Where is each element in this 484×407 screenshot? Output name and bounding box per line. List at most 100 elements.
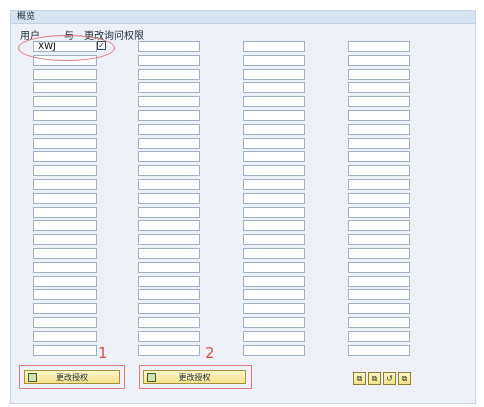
- user-field-col2-row22[interactable]: [138, 331, 200, 342]
- user-field-col4-row1[interactable]: [348, 41, 410, 52]
- user-field-col2-row17[interactable]: [138, 262, 200, 273]
- user-field-col1-row21[interactable]: [33, 317, 97, 328]
- user-field-col3-row7[interactable]: [243, 124, 305, 135]
- user-field-col3-row3[interactable]: [243, 69, 305, 80]
- user-field-col2-row15[interactable]: [138, 234, 200, 245]
- user-field-col4-row10[interactable]: [348, 165, 410, 176]
- user-field-col1-row23[interactable]: [33, 345, 97, 356]
- user-field-col3-row14[interactable]: [243, 220, 305, 231]
- user-field-col3-row4[interactable]: [243, 82, 305, 93]
- user-field-col4-row3[interactable]: [348, 69, 410, 80]
- user-field-col2-row20[interactable]: [138, 303, 200, 314]
- user-field-col2-row6[interactable]: [138, 110, 200, 121]
- user-field-col1-row18[interactable]: [33, 276, 97, 287]
- user-field-col2-row21[interactable]: [138, 317, 200, 328]
- user-field-col1-row17[interactable]: [33, 262, 97, 273]
- user-field-col4-row12[interactable]: [348, 193, 410, 204]
- user-field-col2-row3[interactable]: [138, 69, 200, 80]
- user-field-col3-row2[interactable]: [243, 55, 305, 66]
- user-field-col2-row8[interactable]: [138, 138, 200, 149]
- user-field-col3-row12[interactable]: [243, 193, 305, 204]
- user-field-col4-row14[interactable]: [348, 220, 410, 231]
- user-field-col1-row6[interactable]: [33, 110, 97, 121]
- user-field-col2-row16[interactable]: [138, 248, 200, 259]
- user-field-col4-row23[interactable]: [348, 345, 410, 356]
- user-field-col4-row21[interactable]: [348, 317, 410, 328]
- user-field-col4-row4[interactable]: [348, 82, 410, 93]
- user-field-col4-row16[interactable]: [348, 248, 410, 259]
- user-field-col2-row11[interactable]: [138, 179, 200, 190]
- user-field-col1-row3[interactable]: [33, 69, 97, 80]
- user-field-col2-row2[interactable]: [138, 55, 200, 66]
- user-field-col3-row10[interactable]: [243, 165, 305, 176]
- user-field-col2-row18[interactable]: [138, 276, 200, 287]
- user-field-col3-row17[interactable]: [243, 262, 305, 273]
- user-field-col4-row6[interactable]: [348, 110, 410, 121]
- user-field-col1-row5[interactable]: [33, 96, 97, 107]
- callout-number-1: 1: [98, 344, 108, 362]
- user-field-col4-row19[interactable]: [348, 289, 410, 300]
- user-field-col1-row22[interactable]: [33, 331, 97, 342]
- user-field-col2-row23[interactable]: [138, 345, 200, 356]
- user-field-col2-row19[interactable]: [138, 289, 200, 300]
- user-field-col3-row8[interactable]: [243, 138, 305, 149]
- user-field-col3-row20[interactable]: [243, 303, 305, 314]
- user-field-col3-row13[interactable]: [243, 207, 305, 218]
- user-field-col3-row23[interactable]: [243, 345, 305, 356]
- user-field-col4-row5[interactable]: [348, 96, 410, 107]
- user-field-col1-row7[interactable]: [33, 124, 97, 135]
- user-field-col3-row11[interactable]: [243, 179, 305, 190]
- user-field-col4-row9[interactable]: [348, 151, 410, 162]
- user-field-col4-row2[interactable]: [348, 55, 410, 66]
- user-field-col2-row9[interactable]: [138, 151, 200, 162]
- user-field-col3-row22[interactable]: [243, 331, 305, 342]
- user-field-col3-row21[interactable]: [243, 317, 305, 328]
- user-field-col4-row18[interactable]: [348, 276, 410, 287]
- user-field-col3-row15[interactable]: [243, 234, 305, 245]
- panel-title: 概览: [11, 11, 475, 24]
- user-field-col2-row10[interactable]: [138, 165, 200, 176]
- user-field-col2-row13[interactable]: [138, 207, 200, 218]
- user-field-col2-row4[interactable]: [138, 82, 200, 93]
- user-field-col4-row7[interactable]: [348, 124, 410, 135]
- user-field-col4-row17[interactable]: [348, 262, 410, 273]
- user-field-col4-row15[interactable]: [348, 234, 410, 245]
- user-field-col3-row5[interactable]: [243, 96, 305, 107]
- change-authorization-button-2[interactable]: 更改授权: [143, 370, 246, 384]
- toolbar-copy-button-2[interactable]: ⧉: [368, 372, 381, 385]
- user-field-col1-row4[interactable]: [33, 82, 97, 93]
- user-field-col4-row20[interactable]: [348, 303, 410, 314]
- user-field-col1-row19[interactable]: [33, 289, 97, 300]
- user-field-col3-row18[interactable]: [243, 276, 305, 287]
- user-field-col1-row13[interactable]: [33, 207, 97, 218]
- change-authorization-button-1[interactable]: 更改授权: [24, 370, 120, 384]
- user-field-col2-row7[interactable]: [138, 124, 200, 135]
- user-field-col3-row1[interactable]: [243, 41, 305, 52]
- user-field-col1-row12[interactable]: [33, 193, 97, 204]
- user-field-col4-row22[interactable]: [348, 331, 410, 342]
- user-field-col4-row8[interactable]: [348, 138, 410, 149]
- user-field-col3-row16[interactable]: [243, 248, 305, 259]
- change-authorization-label-2: 更改授权: [178, 373, 211, 382]
- user-field-col2-row1[interactable]: [138, 41, 200, 52]
- user-field-col1-row11[interactable]: [33, 179, 97, 190]
- user-field-col1-row16[interactable]: [33, 248, 97, 259]
- user-field-col2-row14[interactable]: [138, 220, 200, 231]
- user-field-col1-row20[interactable]: [33, 303, 97, 314]
- user-field-col2-row5[interactable]: [138, 96, 200, 107]
- toolbar-refresh-button[interactable]: ↺: [383, 372, 396, 385]
- user-field-col1-row10[interactable]: [33, 165, 97, 176]
- toolbar-copy-button-3[interactable]: ⧉: [398, 372, 411, 385]
- user-field-col1-row9[interactable]: [33, 151, 97, 162]
- user-field-col1-row14[interactable]: [33, 220, 97, 231]
- toolbar-copy-button-1[interactable]: ⧉: [353, 372, 366, 385]
- user-field-col3-row6[interactable]: [243, 110, 305, 121]
- user-field-col1-row15[interactable]: [33, 234, 97, 245]
- user-field-col4-row13[interactable]: [348, 207, 410, 218]
- user-field-col1-row8[interactable]: [33, 138, 97, 149]
- user-field-col3-row9[interactable]: [243, 151, 305, 162]
- callout-number-2: 2: [205, 344, 215, 362]
- user-field-col2-row12[interactable]: [138, 193, 200, 204]
- user-field-col4-row11[interactable]: [348, 179, 410, 190]
- user-field-col3-row19[interactable]: [243, 289, 305, 300]
